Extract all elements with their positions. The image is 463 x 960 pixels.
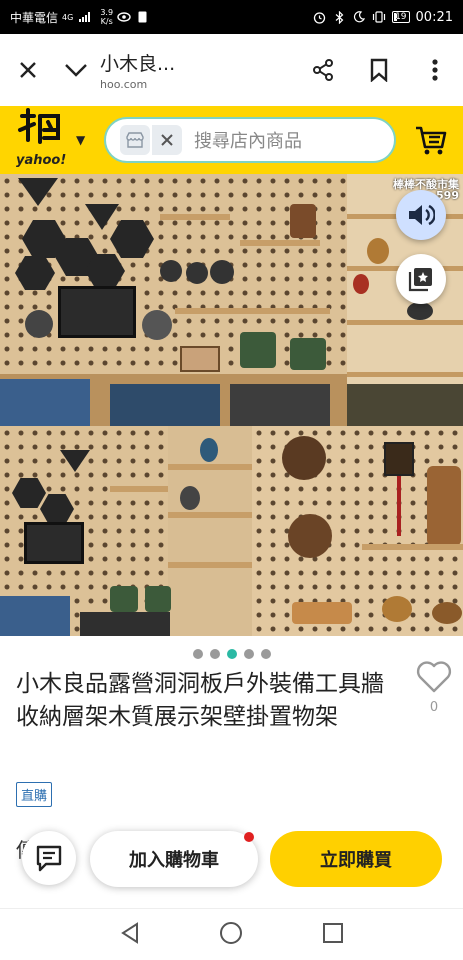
product-title: 小木良品露營洞洞板戶外裝備工具牆收納層架木質展示架壁掛置物架	[16, 671, 384, 730]
bluetooth-icon	[332, 10, 346, 24]
shopping-cart-icon	[416, 126, 447, 155]
product-photo-bottom-left	[0, 426, 252, 636]
gallery-pagination	[0, 649, 463, 659]
clear-store-filter-button[interactable]	[152, 125, 182, 155]
bookmark-button[interactable]	[351, 42, 407, 98]
browser-toolbar: 小木良... hoo.com	[0, 34, 463, 106]
close-icon	[20, 62, 36, 78]
moon-icon	[352, 10, 366, 24]
vibrate-icon	[372, 10, 386, 24]
mute-toggle-button[interactable]	[396, 190, 446, 240]
speed-value: 3.9	[100, 8, 114, 17]
product-photo-bottom-right	[252, 426, 463, 636]
close-tab-button[interactable]	[0, 42, 56, 98]
chat-button[interactable]	[22, 831, 76, 885]
store-logo[interactable]: yahoo! ▼	[0, 106, 96, 174]
network-type: 4G	[62, 12, 74, 22]
system-navigation-bar	[0, 908, 463, 960]
clock: 00:21	[415, 9, 453, 25]
home-circle-icon	[219, 921, 242, 944]
network-speed: 3.9 K/s	[100, 8, 113, 26]
more-vertical-icon	[432, 59, 438, 81]
share-button[interactable]	[295, 42, 351, 98]
back-button[interactable]	[120, 921, 140, 948]
close-icon	[161, 134, 173, 146]
image-stack-icon	[408, 268, 432, 292]
alarm-icon	[312, 10, 326, 24]
heart-icon	[416, 661, 452, 693]
chevron-down-icon	[65, 64, 87, 77]
notification-dot	[244, 832, 254, 842]
battery-level: 19	[395, 12, 407, 22]
add-to-cart-button[interactable]: 加入購物車	[90, 831, 258, 887]
signal-icon	[79, 12, 91, 22]
logo-text: yahoo!	[16, 153, 67, 168]
favorite-button[interactable]: 0	[412, 660, 456, 715]
gallery-dot[interactable]	[260, 649, 271, 659]
store-header: yahoo! ▼ 搜尋店內商品	[0, 106, 463, 174]
page-title: 小木良...	[100, 53, 176, 75]
store-search-bar[interactable]: 搜尋店內商品	[104, 117, 396, 163]
page-url: hoo.com	[100, 78, 148, 91]
buy-now-button[interactable]: 立即購買	[270, 831, 442, 887]
collapse-button[interactable]	[56, 42, 96, 98]
share-icon	[313, 59, 333, 81]
bookmark-icon	[370, 58, 388, 82]
carrier-label: 中華電信	[10, 10, 59, 25]
gallery-dot[interactable]	[192, 649, 203, 659]
gallery-dot[interactable]	[226, 649, 237, 659]
gallery-view-button[interactable]	[396, 254, 446, 304]
product-image-gallery[interactable]: 棒棒不酸市集 599	[0, 174, 463, 636]
recents-square-icon	[322, 922, 343, 943]
cart-button[interactable]	[414, 123, 448, 157]
back-triangle-icon	[120, 921, 138, 944]
gallery-dot[interactable]	[209, 649, 220, 659]
battery-icon: 19	[392, 11, 410, 23]
speaker-icon	[409, 204, 435, 226]
favorite-count: 0	[429, 700, 439, 715]
status-bar: 中華電信 4G 3.9 K/s 19 00:21	[0, 0, 463, 34]
store-icon	[120, 125, 150, 155]
eye-icon	[117, 10, 131, 24]
home-button[interactable]	[219, 921, 243, 949]
recents-button[interactable]	[322, 922, 344, 948]
caret-down-icon[interactable]: ▼	[76, 133, 85, 147]
logo-mark-icon	[18, 108, 60, 144]
chat-icon	[36, 845, 62, 872]
sim-icon	[135, 10, 149, 24]
speed-unit: K/s	[100, 17, 113, 26]
gallery-dot[interactable]	[243, 649, 254, 659]
more-menu-button[interactable]	[407, 42, 463, 98]
direct-buy-badge: 直購	[16, 782, 53, 807]
product-photo-main	[0, 174, 347, 426]
url-display[interactable]: 小木良... hoo.com	[96, 49, 295, 91]
search-placeholder: 搜尋店內商品	[194, 131, 302, 152]
